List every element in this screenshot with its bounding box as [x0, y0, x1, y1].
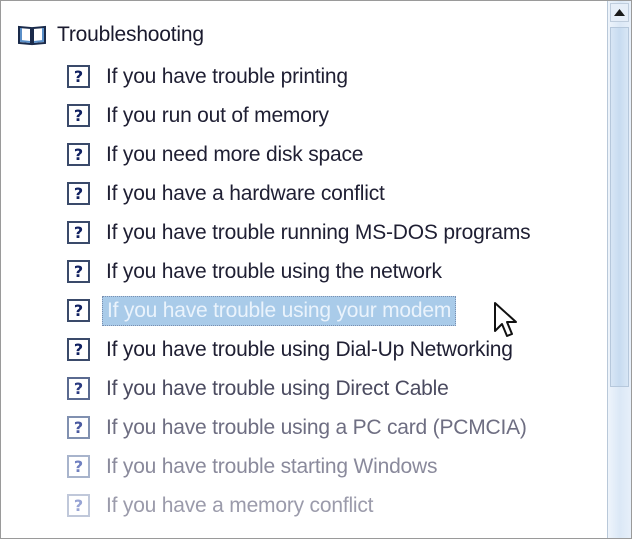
tree-node-label: Troubleshooting — [57, 23, 204, 46]
topic-label: If you have trouble using Direct Cable — [106, 376, 449, 400]
topic-item-modem[interactable]: ? If you have trouble using your modem — [67, 291, 534, 330]
help-topic-icon: ? — [67, 65, 90, 88]
help-topic-icon: ? — [67, 455, 90, 478]
topic-label: If you have trouble using the network — [106, 259, 442, 283]
scroll-up-button[interactable] — [610, 3, 629, 22]
help-topic-icon: ? — [67, 416, 90, 439]
topic-item-memory-conflict[interactable]: ? If you have a memory conflict — [67, 486, 534, 525]
topic-label: If you have a memory conflict — [106, 493, 374, 517]
scroll-thumb[interactable] — [610, 27, 629, 387]
open-book-icon — [17, 24, 47, 46]
help-topic-icon: ? — [67, 299, 90, 322]
help-topic-icon: ? — [67, 260, 90, 283]
topic-label: If you have trouble starting Windows — [106, 454, 438, 478]
topic-item-memory[interactable]: ? If you run out of memory — [67, 96, 534, 135]
topic-label: If you need more disk space — [106, 142, 364, 166]
topic-label: If you have trouble printing — [106, 64, 348, 88]
help-topic-icon: ? — [67, 182, 90, 205]
topic-item-network[interactable]: ? If you have trouble using the network — [67, 252, 534, 291]
topic-item-disk-space[interactable]: ? If you need more disk space — [67, 135, 534, 174]
help-topic-icon: ? — [67, 143, 90, 166]
tree-node-troubleshooting[interactable]: Troubleshooting — [17, 21, 204, 49]
topic-list: ? If you have trouble printing ? If you … — [67, 57, 534, 525]
topic-item-pc-card[interactable]: ? If you have trouble using a PC card (P… — [67, 408, 534, 447]
help-topic-icon: ? — [67, 338, 90, 361]
topic-item-hardware-conflict[interactable]: ? If you have a hardware conflict — [67, 174, 534, 213]
help-topic-icon: ? — [67, 377, 90, 400]
topic-label: If you have trouble using Dial-Up Networ… — [106, 337, 513, 361]
topic-item-starting-windows[interactable]: ? If you have trouble starting Windows — [67, 447, 534, 486]
topic-item-dial-up[interactable]: ? If you have trouble using Dial-Up Netw… — [67, 330, 534, 369]
topic-item-printing[interactable]: ? If you have trouble printing — [67, 57, 534, 96]
vertical-scrollbar[interactable] — [607, 1, 631, 538]
topic-item-direct-cable[interactable]: ? If you have trouble using Direct Cable — [67, 369, 534, 408]
topic-label: If you have a hardware conflict — [106, 181, 385, 205]
topic-label: If you have trouble using your modem — [102, 295, 457, 326]
help-topic-icon: ? — [67, 221, 90, 244]
topic-label: If you have trouble running MS-DOS progr… — [106, 220, 531, 244]
mouse-pointer-icon — [494, 302, 517, 337]
help-contents-tree: Troubleshooting ? If you have trouble pr… — [1, 1, 607, 538]
help-topic-icon: ? — [67, 104, 90, 127]
topic-item-ms-dos[interactable]: ? If you have trouble running MS-DOS pro… — [67, 213, 534, 252]
help-contents-window: Troubleshooting ? If you have trouble pr… — [0, 0, 632, 539]
scroll-up-arrow-icon — [614, 9, 625, 16]
help-topic-icon: ? — [67, 494, 90, 517]
topic-label: If you run out of memory — [106, 103, 329, 127]
topic-label: If you have trouble using a PC card (PCM… — [106, 415, 527, 439]
